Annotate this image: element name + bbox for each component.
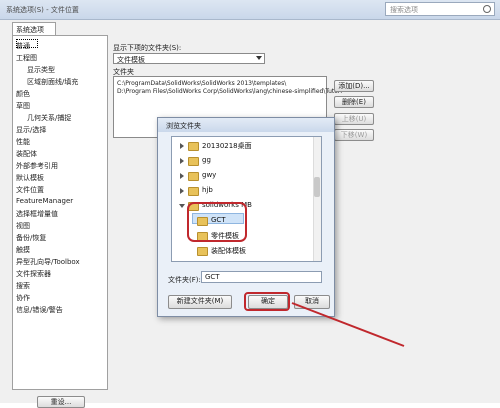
- folder-icon: [188, 172, 199, 181]
- sidebar-item-backup-recover[interactable]: 备份/恢复: [16, 233, 46, 243]
- search-icon[interactable]: [483, 5, 491, 13]
- annotation-highlight-ok: [244, 292, 290, 311]
- folder-type-value: 文件模板: [117, 56, 145, 64]
- options-tree: 普通 工程图 显示类型 区域剖面线/填充 颜色 草图 几何关系/捕捉 显示/选择…: [12, 35, 108, 390]
- cancel-button[interactable]: 取消: [294, 295, 330, 309]
- title-bar: 系统选项(S) - 文件位置 搜索选项: [0, 0, 500, 20]
- sidebar-item-drawings[interactable]: 工程图: [16, 53, 37, 63]
- folder-path-item[interactable]: C:\ProgramData\SolidWorks\SolidWorks 201…: [117, 80, 286, 87]
- collapse-icon[interactable]: [179, 204, 185, 208]
- dialog-title-bar: 浏览文件夹: [158, 118, 334, 132]
- focus-rectangle: [16, 39, 38, 48]
- tree-node-label[interactable]: gg: [202, 156, 211, 164]
- sidebar-item-file-explorer[interactable]: 文件探索器: [16, 269, 51, 279]
- tree-node-label[interactable]: gwy: [202, 171, 216, 179]
- reset-button[interactable]: 重设...: [37, 396, 85, 408]
- search-placeholder: 搜索选项: [390, 6, 418, 14]
- tree-node-label[interactable]: 20130218桌面: [202, 141, 252, 151]
- sidebar-item-messages-errors-warnings[interactable]: 信息/错误/警告: [16, 305, 63, 315]
- sidebar-item-search[interactable]: 搜索: [16, 281, 30, 291]
- tree-node-label[interactable]: hjb: [202, 186, 213, 194]
- new-folder-button[interactable]: 新建文件夹(M): [168, 295, 232, 309]
- folder-path-item[interactable]: D:\Program Files\SolidWorks Corp\SolidWo…: [117, 88, 342, 95]
- sidebar-item-colors[interactable]: 颜色: [16, 89, 30, 99]
- sidebar-item-collaboration[interactable]: 协作: [16, 293, 30, 303]
- folder-type-select[interactable]: 文件模板: [113, 53, 265, 64]
- window-title: 系统选项(S) - 文件位置: [6, 6, 79, 14]
- sidebar-item-spin-box-increments[interactable]: 选择框增量值: [16, 209, 58, 219]
- scrollbar-thumb[interactable]: [314, 177, 320, 197]
- folder-tree[interactable]: 20130218桌面 gg gwy hjb solidworks MB GCT …: [171, 136, 322, 262]
- sidebar-item-view[interactable]: 视图: [16, 221, 30, 231]
- show-folders-label: 显示下项的文件夹(S):: [113, 44, 182, 52]
- sidebar-item-touch[interactable]: 触摸: [16, 245, 30, 255]
- expand-icon[interactable]: [180, 188, 184, 194]
- sidebar-item-external-references[interactable]: 外部参考引用: [16, 161, 58, 171]
- sidebar-item-hole-wizard-toolbox[interactable]: 异型孔向导/Toolbox: [16, 257, 80, 267]
- search-input[interactable]: 搜索选项: [385, 2, 495, 16]
- tree-node-label[interactable]: tp: [202, 261, 209, 262]
- tree-scrollbar[interactable]: [313, 137, 321, 261]
- expand-icon[interactable]: [180, 158, 184, 164]
- sidebar-item-area-hatch[interactable]: 区域剖面线/填充: [27, 77, 78, 87]
- tree-node-label[interactable]: 装配体模板: [211, 246, 246, 256]
- chevron-down-icon: [256, 56, 262, 60]
- folder-field-label: 文件夹(F):: [168, 276, 201, 284]
- sidebar-item-display-selection[interactable]: 显示/选择: [16, 125, 46, 135]
- add-folder-button[interactable]: 添加(D)...: [334, 80, 374, 92]
- sidebar-item-sketch[interactable]: 草图: [16, 101, 30, 111]
- browse-folder-dialog: 浏览文件夹 20130218桌面 gg gwy hjb solidworks M…: [157, 117, 335, 317]
- dialog-title: 浏览文件夹: [166, 122, 201, 130]
- sidebar-item-file-locations[interactable]: 文件位置: [16, 185, 44, 195]
- folder-icon: [188, 187, 199, 196]
- sidebar-item-relations-snaps[interactable]: 几何关系/捕捉: [27, 113, 71, 123]
- sidebar-item-featuremanager[interactable]: FeatureManager: [16, 197, 73, 205]
- move-down-button[interactable]: 下移(W): [334, 129, 374, 141]
- annotation-highlight-folders: [187, 202, 247, 242]
- folder-name-field[interactable]: GCT: [201, 271, 322, 283]
- expand-icon[interactable]: [180, 173, 184, 179]
- expand-icon[interactable]: [180, 143, 184, 149]
- sidebar-item-default-templates[interactable]: 默认模板: [16, 173, 44, 183]
- folder-icon: [188, 142, 199, 151]
- sidebar-item-assemblies[interactable]: 装配体: [16, 149, 37, 159]
- folder-icon: [197, 247, 208, 256]
- delete-folder-button[interactable]: 删除(E): [334, 96, 374, 108]
- sidebar-item-display-style[interactable]: 显示类型: [27, 65, 55, 75]
- tab-system-options[interactable]: 系统选项: [12, 22, 56, 35]
- move-up-button[interactable]: 上移(U): [334, 113, 374, 125]
- sidebar-item-performance[interactable]: 性能: [16, 137, 30, 147]
- folder-icon: [188, 157, 199, 166]
